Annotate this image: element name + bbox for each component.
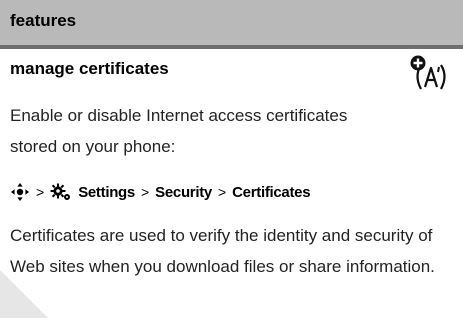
path-separator: > xyxy=(140,184,150,200)
path-step-security: Security xyxy=(155,183,212,201)
intro-text: Enable or disable Internet access certif… xyxy=(10,106,348,156)
path-step-certificates: Certificates xyxy=(232,183,311,201)
page-curl-decoration xyxy=(0,270,48,318)
page-title: features xyxy=(10,11,77,30)
path-step-settings: Settings xyxy=(78,183,135,201)
path-separator: > xyxy=(217,184,227,200)
settings-gear-icon xyxy=(50,182,72,202)
menu-path: > Settings > Security > Certificates xyxy=(10,181,311,203)
path-separator: > xyxy=(36,184,45,200)
manual-page: features manage certificates Enable or d… xyxy=(0,0,463,318)
header-divider xyxy=(0,45,463,49)
network-feature-icon xyxy=(408,53,454,95)
nav-key-icon xyxy=(10,182,30,202)
section-title: manage certificates xyxy=(10,59,169,78)
header-bar: features xyxy=(0,0,463,45)
body-text: Certificates are used to verify the iden… xyxy=(10,226,435,276)
